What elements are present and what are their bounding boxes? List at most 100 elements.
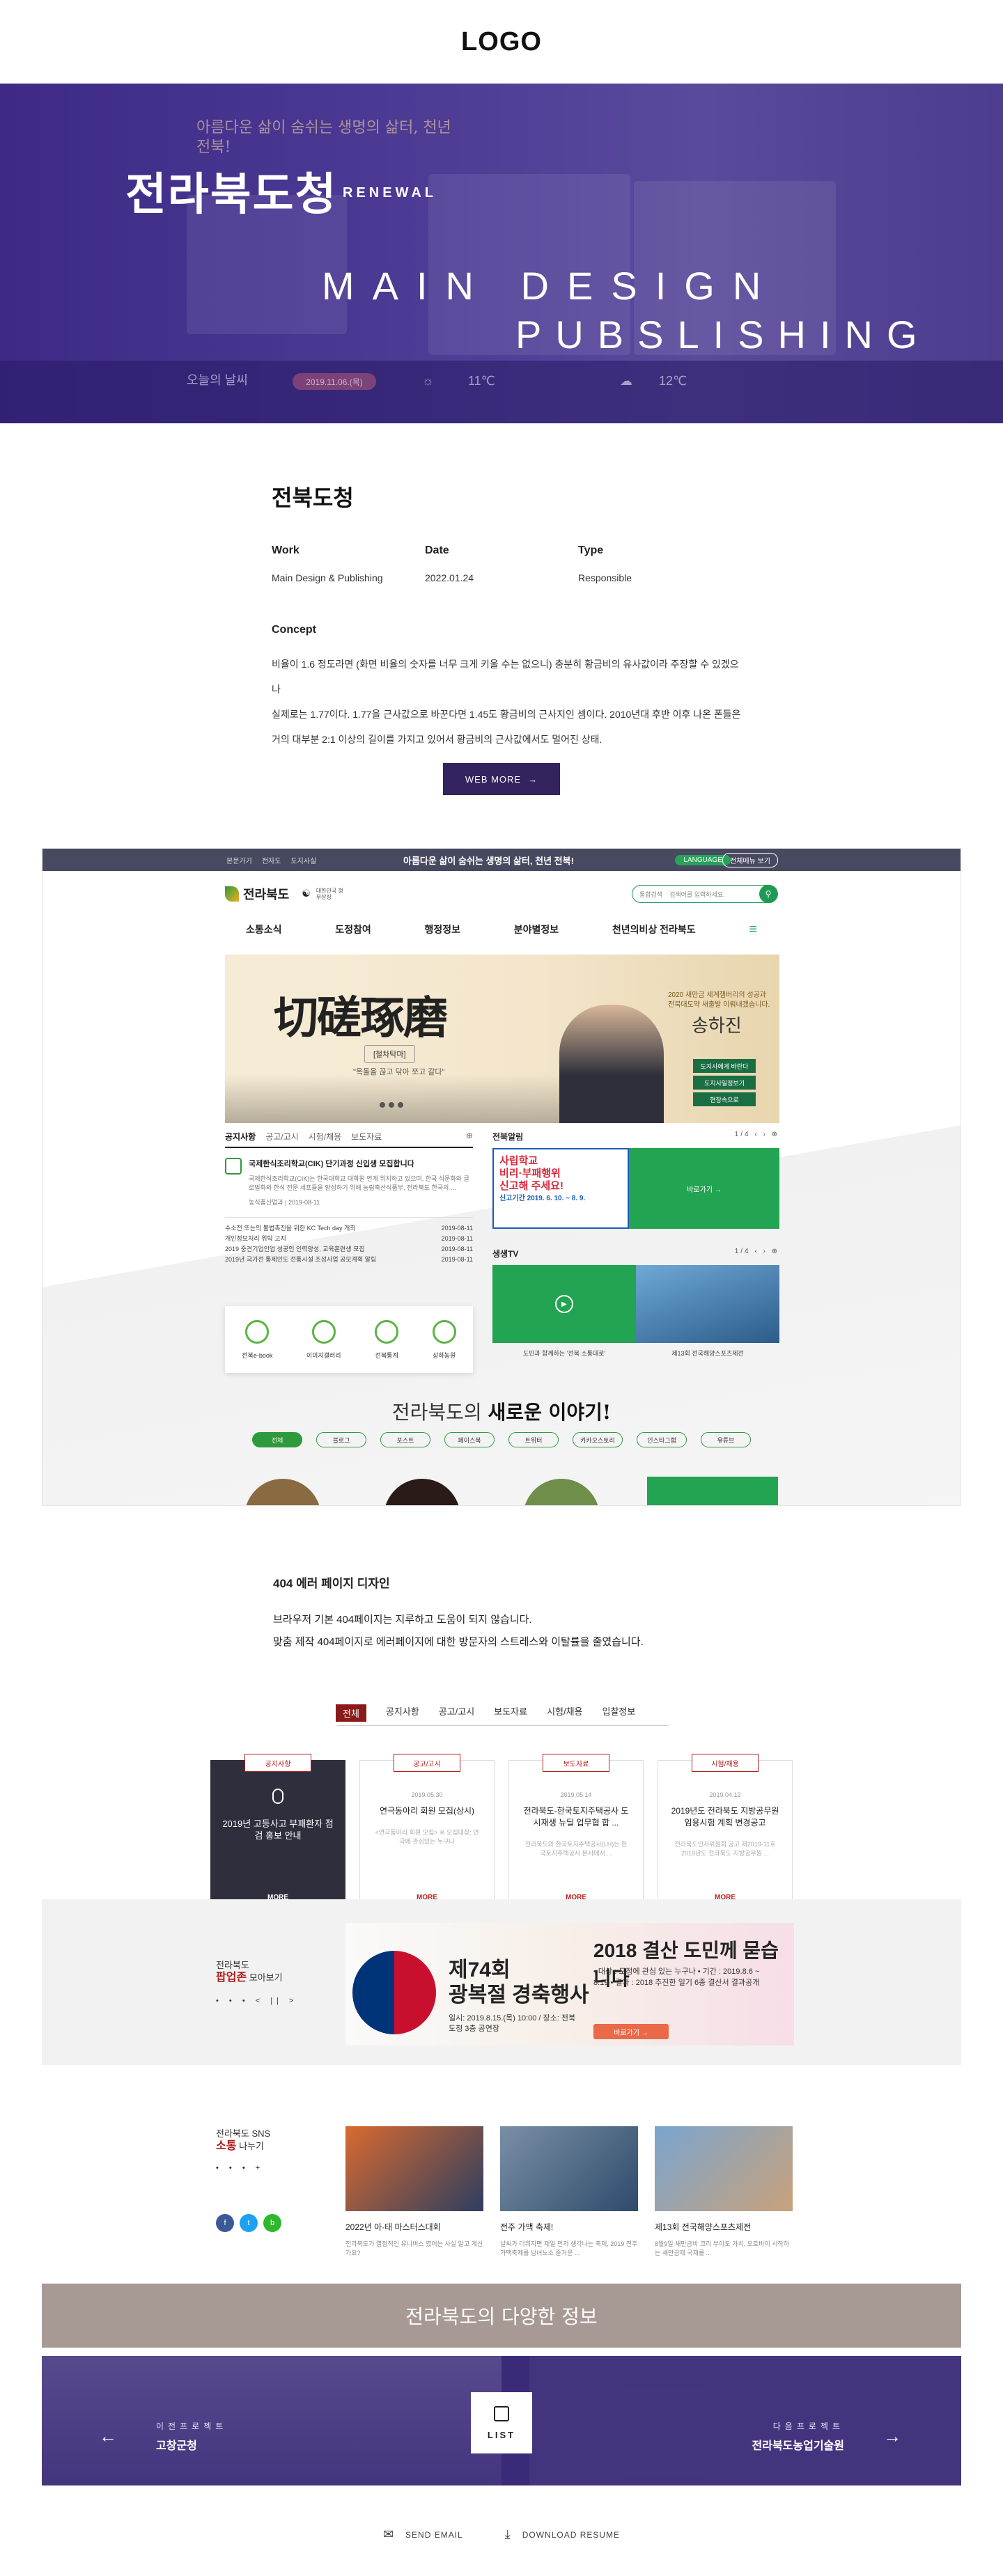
play-icon[interactable]: ▶ <box>555 1295 573 1313</box>
notice-tab[interactable]: 보도자료 <box>351 1131 382 1142</box>
alert-poster: 사립학교 비리·부패행위 신고해 주세요! 신고기간 2019. 6. 10. … <box>492 1148 629 1229</box>
banner-link-button[interactable]: 바로가기 → <box>593 2024 669 2039</box>
ebook-icon <box>245 1319 270 1344</box>
filter-chip[interactable]: 인스타그램 <box>637 1432 687 1447</box>
government-symbol-label: 대한민국 정부상징 <box>316 888 343 900</box>
board-tab[interactable]: 전체 <box>336 1704 366 1722</box>
post-image <box>345 2126 483 2211</box>
board-card[interactable]: 시험/채용 2019.04.12 2019년도 전라북도 지방공무원 임용시험 … <box>658 1754 793 1920</box>
filter-chip[interactable]: 페이스북 <box>444 1432 495 1447</box>
mockup-search[interactable]: 통합검색 검색어를 입력하세요. ⚲ <box>632 885 778 903</box>
notice-feature[interactable]: 국제한식조리학교(CIK) 단기과정 신입생 모집합니다 국제한식조리학교(CI… <box>225 1158 473 1207</box>
quick-item[interactable]: 전북e-book <box>242 1319 273 1360</box>
filter-chip[interactable]: 블로그 <box>316 1432 366 1447</box>
search-icon[interactable]: ⚲ <box>759 885 777 903</box>
list-item[interactable]: 개인정보처리 위탁 고지 2019-08-11 <box>225 1234 473 1244</box>
pager-dot[interactable] <box>389 1102 394 1108</box>
twitter-icon[interactable]: t <box>240 2214 258 2232</box>
story-heading: 전라북도의 새로운 이야기! <box>42 1397 961 1425</box>
meta-type-label: Type <box>578 544 604 556</box>
list-item[interactable]: 2019년 국가전 통제인도 전통시설 조성사업 공모계획 알림 2019-08-… <box>225 1255 473 1265</box>
board-cards: 공지사항 2019년 고등사고 부패환자 점검 홍보 안내 MORE 공고/고시… <box>210 1754 793 1920</box>
logo[interactable]: LOGO <box>461 27 542 57</box>
card-desc: 전라북도인사위원회 공고 제2019-11호 2019년도 전라북도 지방공무원… <box>674 1841 776 1857</box>
poster-line: 신고해 주세요! <box>499 1180 563 1192</box>
alert-link[interactable]: 바로가기 → <box>629 1148 779 1229</box>
next-project-link[interactable]: 다음프로젝트 전라북도농업기술원 → <box>752 2420 901 2453</box>
board-card[interactable]: 보도자료 2019.05.14 전라북도-한국토지주택공사 도시재생 뉴딜 업무… <box>508 1754 644 1920</box>
tv-video[interactable]: ▶ 도민과 함께하는 '전북 소통대로' <box>492 1265 636 1358</box>
tv-video[interactable]: 제13회 전국해양스포츠제전 <box>636 1265 779 1358</box>
topbar-link[interactable]: 본문가기 <box>226 855 252 865</box>
sns-post[interactable]: 전주 가맥 축제! 날씨가 더워지면 제일 먼저 생각나는 축제, 2019 전… <box>500 2126 638 2258</box>
gnb-item[interactable]: 소통소식 <box>246 922 282 936</box>
weather-date: 2019.11.06.(목) <box>293 373 376 390</box>
story-thumbnail[interactable] <box>523 1479 600 1505</box>
board-tab[interactable]: 입찰정보 <box>602 1704 636 1722</box>
sns-controls[interactable]: • • • + <box>216 2164 264 2172</box>
board-tab[interactable]: 보도자료 <box>494 1704 527 1722</box>
poster-line: 비리·부패행위 <box>499 1168 561 1179</box>
blog-icon[interactable]: b <box>263 2214 281 2232</box>
story-card[interactable] <box>647 1477 778 1505</box>
notice-list: 수소전 또는의 불법촉진을 위한 KC Tech day 개최 2019-08-1… <box>225 1217 473 1265</box>
card-date: 2019.05.14 <box>560 1791 592 1798</box>
sns-post[interactable]: 2022년 아·태 마스터스대회 전라북도가 열정적인 유니버스 였어는 사실 … <box>345 2126 483 2258</box>
quick-item-label: 전북e-book <box>242 1351 273 1359</box>
mockup-logo[interactable]: 전라북도 <box>225 885 289 903</box>
notice-tab[interactable]: 시험/채용 <box>309 1131 342 1142</box>
topbar-link[interactable]: 전자도 <box>262 855 281 865</box>
board-tab[interactable]: 시험/채용 <box>547 1704 582 1722</box>
quick-item[interactable]: 전북통계 <box>375 1319 399 1360</box>
plus-icon[interactable]: ⊕ <box>466 1131 473 1142</box>
tv-controls[interactable]: 1/4 ‹ › ⊕ <box>735 1248 779 1259</box>
board-tab[interactable]: 공지사항 <box>386 1704 419 1722</box>
story-thumbnail[interactable] <box>244 1479 321 1505</box>
pager-dot[interactable] <box>380 1102 385 1108</box>
popup-banner[interactable]: 제74회 광복절 경축행사 일시: 2019.8.15.(목) 10:00 / … <box>345 1923 794 2045</box>
prev-project-link[interactable]: ← 이전프로젝트 고창군청 <box>99 2420 227 2453</box>
facebook-icon[interactable]: f <box>216 2214 234 2232</box>
banner-button[interactable]: 현장속으로 <box>693 1092 756 1106</box>
send-email-link[interactable]: ✉ SEND EMAIL <box>383 2527 463 2542</box>
gnb-item[interactable]: 천년의비상 전라북도 <box>612 922 696 936</box>
banner-button[interactable]: 도지사에게 바란다 <box>693 1059 756 1073</box>
search-scope[interactable]: 통합검색 <box>639 890 662 899</box>
notice-board: 공지사항 공고/고시 시험/채용 보도자료 ⊕ 국제한식조리학교(CIK) 단기… <box>225 1131 473 1265</box>
filter-chip[interactable]: 포스트 <box>380 1432 430 1447</box>
banner-button[interactable]: 도지사일정보기 <box>693 1076 756 1090</box>
all-menu-button[interactable]: 전체메뉴 보기 <box>722 852 778 867</box>
sns-post[interactable]: 제13회 전국해양스포츠제전 8월9일 새만금비 크리 부이도 가치, 오토바이… <box>655 2126 793 2258</box>
list-button[interactable]: LIST <box>471 2392 532 2453</box>
popup-controls[interactable]: • • • < || > <box>216 1997 297 2005</box>
filter-chip[interactable]: 유튜브 <box>701 1432 751 1447</box>
pager-dot[interactable] <box>398 1102 403 1108</box>
sns-section: 전라북도 SNS 소통 나누기 • • • + f t b 2022년 아·태 … <box>42 2110 961 2284</box>
card-title: 전라북도-한국토지주택공사 도시재생 뉴딜 업무협 합 ... <box>523 1806 629 1828</box>
gnb-item[interactable]: 행정정보 <box>424 922 460 936</box>
web-more-button[interactable]: WEB MORE → <box>443 763 560 795</box>
filter-chip[interactable]: 카카오스토리 <box>573 1432 623 1447</box>
board-card[interactable]: 공고/고시 2019.05.30 연극동아리 회원 모집(상시) <연극동아리 … <box>359 1754 495 1920</box>
download-resume-link[interactable]: ⤓ DOWNLOAD RESUME <box>505 2527 620 2542</box>
filter-chip[interactable]: 전체 <box>252 1432 302 1447</box>
board-tab[interactable]: 공고/고시 <box>439 1704 474 1722</box>
error-page-title: 404 에러 페이지 디자인 <box>273 1577 390 1590</box>
card-tag: 보도자료 <box>543 1754 609 1772</box>
alert-slide[interactable]: 사립학교 비리·부패행위 신고해 주세요! 신고기간 2019. 6. 10. … <box>492 1148 779 1229</box>
board-card[interactable]: 공지사항 2019년 고등사고 부패환자 점검 홍보 안내 MORE <box>210 1754 345 1920</box>
banner-event-line: 제74회 <box>449 1958 511 1981</box>
list-item[interactable]: 2019 중견기업인업 성공인 인력양성, 교육훈련생 모집 2019-08-11 <box>225 1244 473 1255</box>
story-thumbnail[interactable] <box>384 1479 460 1505</box>
gnb-item[interactable]: 도정참여 <box>335 922 371 936</box>
list-item[interactable]: 수소전 또는의 불법촉진을 위한 KC Tech day 개최 2019-08-1… <box>225 1223 473 1234</box>
menu-icon[interactable]: ≡ <box>749 922 757 938</box>
quick-item[interactable]: 이미지갤러리 <box>306 1319 341 1360</box>
quick-item[interactable]: 상하농원 <box>432 1319 456 1360</box>
notice-tab[interactable]: 공고/고시 <box>265 1131 299 1142</box>
filter-chip[interactable]: 트위터 <box>508 1432 559 1447</box>
topbar-link[interactable]: 도지사실 <box>290 855 316 865</box>
alert-controls[interactable]: 1/4 ‹ › ⊕ <box>735 1131 779 1142</box>
notice-tab[interactable]: 공지사항 <box>225 1131 256 1142</box>
gnb-item[interactable]: 분야별정보 <box>514 922 559 936</box>
